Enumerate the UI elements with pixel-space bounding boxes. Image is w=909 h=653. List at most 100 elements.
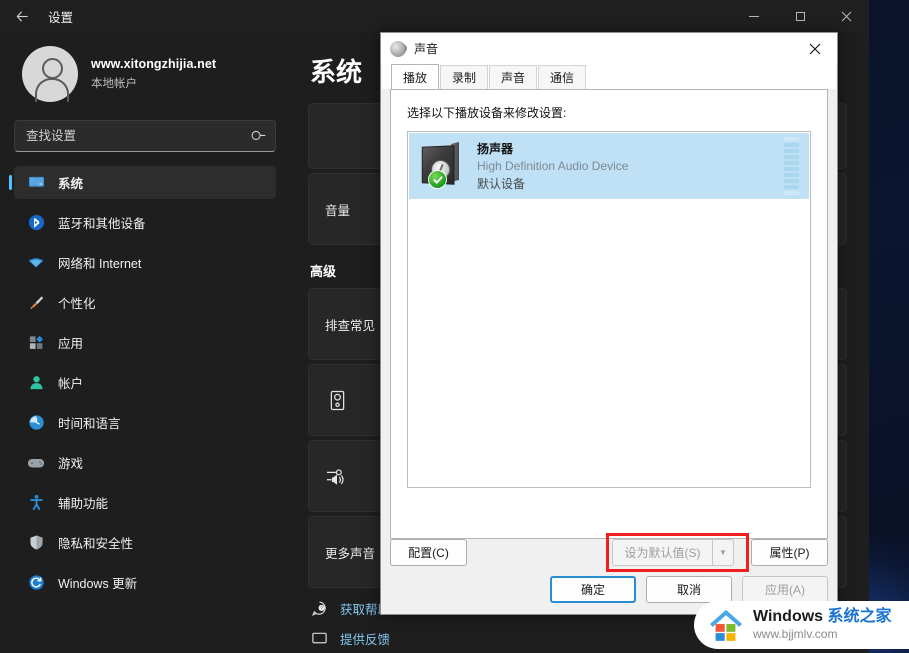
footer-link-label: 提供反馈 xyxy=(340,632,391,647)
sidebar-item-accessibility[interactable]: 辅助功能 xyxy=(14,486,276,519)
maximize-icon xyxy=(795,11,805,21)
bluetooth-icon xyxy=(27,214,45,232)
properties-button[interactable]: 属性(P) xyxy=(751,539,828,566)
card-label: 排查常见 xyxy=(325,318,376,333)
sidebar-item-network[interactable]: 网络和 Internet xyxy=(14,246,276,279)
apply-button[interactable]: 应用(A) xyxy=(742,576,828,603)
feedback-icon xyxy=(310,630,328,647)
windows-house-logo-glyph xyxy=(709,609,743,641)
speaker-box-icon xyxy=(325,390,349,411)
watermark-brand: Windows 系统之家 xyxy=(753,608,892,626)
device-list-prompt: 选择以下播放设备来修改设置: xyxy=(407,106,567,120)
account-texts: www.xitongzhijia.net 本地帐户 xyxy=(91,57,216,91)
configure-button[interactable]: 配置(C) xyxy=(390,539,467,566)
properties-button-label: 属性(P) xyxy=(769,546,810,560)
tab-sounds[interactable]: 声音 xyxy=(489,65,538,89)
sidebar-item-label: 隐私和安全性 xyxy=(58,537,134,551)
sidebar-item-gaming[interactable]: 游戏 xyxy=(14,446,276,479)
update-icon xyxy=(27,574,45,592)
set-default-button[interactable]: 设为默认值(S) xyxy=(612,539,712,566)
chevron-down-glyph: ▼ xyxy=(719,548,727,557)
close-window-button[interactable] xyxy=(823,0,869,32)
sound-dialog: 声音 播放 录制 声音 通信 选择以下播放设备来修改设置: 扬声器 High D… xyxy=(380,32,838,615)
help-icon: ? xyxy=(310,600,328,617)
configure-button-label: 配置(C) xyxy=(408,546,449,560)
accessibility-icon xyxy=(27,494,45,512)
watermark: Windows 系统之家 www.bjjmlv.com xyxy=(694,601,909,649)
sidebar-item-label: 网络和 Internet xyxy=(58,257,142,271)
watermark-brand-en: Windows xyxy=(753,608,828,626)
volume-meter-icon xyxy=(784,137,799,195)
volume-mixer-icon xyxy=(325,467,349,486)
search-box[interactable] xyxy=(14,120,276,152)
apps-icon xyxy=(27,334,45,352)
tab-label: 播放 xyxy=(403,70,428,85)
green-check-icon xyxy=(428,170,447,189)
watermark-url: www.bjjmlv.com xyxy=(753,627,838,642)
device-status: 默认设备 xyxy=(477,177,526,191)
account-block[interactable]: www.xitongzhijia.net 本地帐户 xyxy=(14,32,276,118)
close-icon xyxy=(841,11,851,21)
close-icon xyxy=(809,43,821,54)
sidebar-item-privacy-security[interactable]: 隐私和安全性 xyxy=(14,526,276,559)
card-label: 音量 xyxy=(325,203,351,218)
set-default-split-button[interactable]: 设为默认值(S) ▼ xyxy=(612,539,734,566)
device-list[interactable]: 扬声器 High Definition Audio Device 默认设备 xyxy=(407,131,811,488)
sound-dialog-titlebar: 声音 xyxy=(381,33,837,64)
sidebar-item-label: 应用 xyxy=(58,337,84,351)
cancel-button[interactable]: 取消 xyxy=(646,576,732,603)
close-dialog-button[interactable] xyxy=(793,33,837,64)
sidebar: www.xitongzhijia.net 本地帐户 系统 蓝牙和其 xyxy=(0,32,290,653)
monitor-icon xyxy=(27,174,45,192)
ok-button[interactable]: 确定 xyxy=(550,576,636,603)
sound-speaker-icon xyxy=(390,40,407,57)
tab-label: 声音 xyxy=(501,71,526,85)
chevron-down-icon[interactable]: ▼ xyxy=(712,539,734,566)
cancel-button-label: 取消 xyxy=(676,583,701,597)
windows-house-logo-icon xyxy=(708,608,744,642)
dialog-action-row: 配置(C) 设为默认值(S) ▼ 属性(P) xyxy=(390,533,828,572)
back-arrow-icon[interactable] xyxy=(4,1,40,31)
speaker-device-icon xyxy=(418,142,464,189)
sidebar-item-label: 个性化 xyxy=(58,297,96,311)
account-icon xyxy=(27,374,45,392)
sidebar-item-system[interactable]: 系统 xyxy=(9,166,276,199)
sidebar-item-personalization[interactable]: 个性化 xyxy=(14,286,276,319)
sidebar-item-windows-update[interactable]: Windows 更新 xyxy=(14,566,276,599)
search-input[interactable] xyxy=(26,129,252,143)
svg-text:?: ? xyxy=(320,605,323,611)
paintbrush-icon xyxy=(27,294,45,312)
settings-titlebar: 设置 xyxy=(0,0,869,32)
card-label: 更多声音 xyxy=(325,546,376,561)
sidebar-item-label: 游戏 xyxy=(58,457,84,471)
sidebar-item-accounts[interactable]: 帐户 xyxy=(14,366,276,399)
shield-icon xyxy=(27,534,45,552)
maximize-button[interactable] xyxy=(777,0,823,32)
user-avatar-icon xyxy=(22,46,78,102)
tab-label: 通信 xyxy=(550,71,575,85)
sound-dialog-title: 声音 xyxy=(414,42,439,56)
watermark-brand-cn: 系统之家 xyxy=(827,608,892,626)
tab-label: 录制 xyxy=(452,71,477,85)
sidebar-item-apps[interactable]: 应用 xyxy=(14,326,276,359)
tab-communications[interactable]: 通信 xyxy=(538,65,587,89)
sidebar-item-label: 系统 xyxy=(58,177,84,191)
minimize-button[interactable] xyxy=(731,0,777,32)
watermark-texts: Windows 系统之家 www.bjjmlv.com xyxy=(753,608,892,642)
settings-window-title: 设置 xyxy=(48,10,74,25)
sidebar-item-time-language[interactable]: 时间和语言 xyxy=(14,406,276,439)
sidebar-item-label: 时间和语言 xyxy=(58,417,121,431)
account-name: www.xitongzhijia.net xyxy=(91,57,217,71)
wifi-icon xyxy=(27,254,45,272)
tab-playback[interactable]: 播放 xyxy=(391,64,440,89)
tab-panel-inner: 选择以下播放设备来修改设置: 扬声器 High Definition Audio… xyxy=(391,90,827,488)
dialog-footer-row: 确定 取消 应用(A) xyxy=(550,576,828,603)
device-description: High Definition Audio Device xyxy=(477,159,629,173)
list-item[interactable]: 扬声器 High Definition Audio Device 默认设备 xyxy=(409,133,809,199)
give-feedback-link[interactable]: 提供反馈 xyxy=(310,623,560,653)
sidebar-item-bluetooth[interactable]: 蓝牙和其他设备 xyxy=(14,206,276,239)
apply-button-label: 应用(A) xyxy=(765,583,805,597)
back-arrow-glyph xyxy=(16,10,28,22)
tab-recording[interactable]: 录制 xyxy=(440,65,489,89)
account-type: 本地帐户 xyxy=(91,78,137,90)
